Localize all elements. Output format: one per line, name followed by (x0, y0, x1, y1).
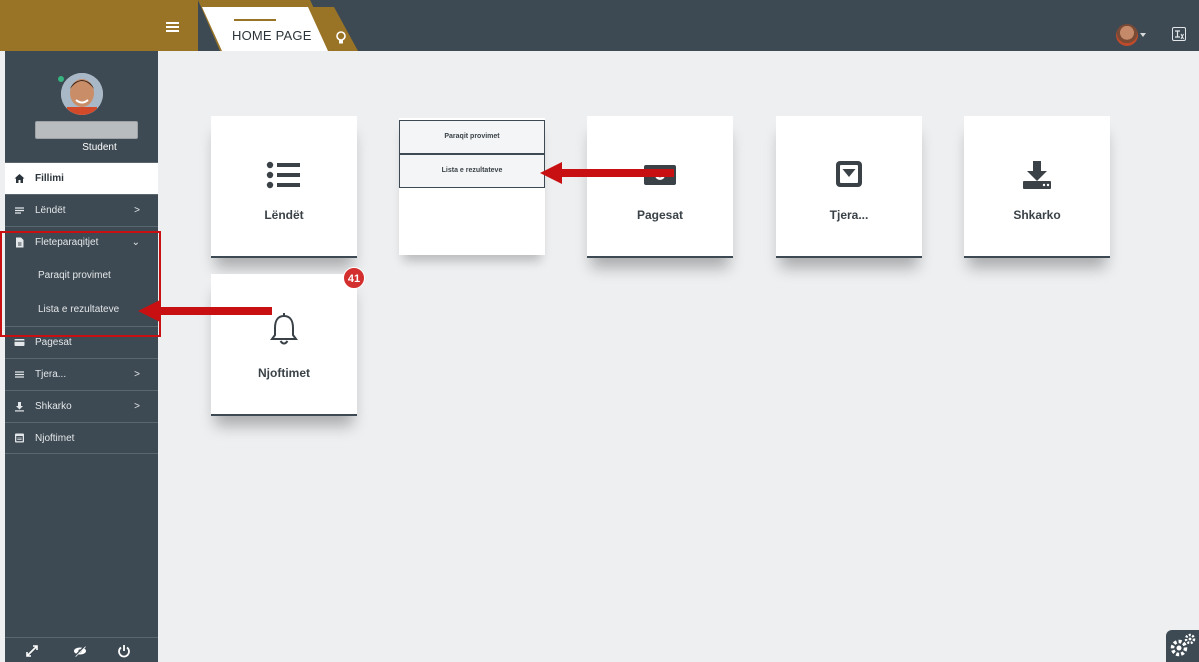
tab-label[interactable]: HOME PAGE (232, 28, 312, 43)
profile-avatar (61, 73, 103, 115)
download-icon (13, 401, 25, 413)
online-status-dot (58, 76, 64, 82)
tile-label: Tjera... (829, 208, 869, 222)
lightbulb-icon[interactable] (334, 30, 348, 46)
chevron-right-icon: > (134, 369, 140, 380)
sidebar-item-label: Fillimi (35, 173, 64, 184)
tile-pagesat[interactable]: Pagesat (587, 116, 733, 258)
list-icon (13, 205, 25, 217)
top-bar: HOME PAGE (0, 0, 1199, 51)
sidebar-item-njoftimet[interactable]: Njoftimet (5, 422, 158, 454)
sidebar-footer (5, 637, 158, 662)
notification-count-badge: 41 (343, 267, 365, 289)
calendar-icon (13, 432, 25, 444)
sidebar-item-fillimi[interactable]: Fillimi (5, 162, 158, 194)
home-icon (13, 173, 25, 185)
highlight-box (0, 231, 161, 337)
download-icon (964, 160, 1110, 190)
tile-lendet[interactable]: Lëndët (211, 116, 357, 258)
user-role: Student (82, 142, 117, 153)
expand-icon[interactable] (25, 644, 39, 658)
power-icon[interactable] (117, 644, 131, 658)
sidebar-item-label: Lëndët (35, 205, 66, 216)
tile-label: Njoftimet (258, 366, 310, 380)
sidebar-item-lendet[interactable]: Lëndët > (5, 194, 158, 226)
tile-shkarko[interactable]: Shkarko (964, 116, 1110, 258)
user-name-field (35, 121, 138, 139)
chevron-right-icon: > (134, 401, 140, 412)
lines-icon (13, 369, 25, 381)
user-avatar[interactable] (1116, 24, 1138, 46)
chevron-right-icon: > (134, 205, 140, 216)
card-icon (13, 337, 25, 349)
app-page: HOME PAGE Student Fillimi Lëndët > Flete… (0, 0, 1199, 662)
sidebar-item-shkarko[interactable]: Shkarko > (5, 390, 158, 422)
tile-njoftimet[interactable]: Njoftimet (211, 274, 357, 416)
settings-gears-icon[interactable] (1166, 630, 1199, 662)
eye-slash-icon[interactable] (73, 644, 87, 658)
profile-panel: Student (5, 51, 158, 161)
annotation-arrow-icon (138, 300, 272, 322)
tile-label: Pagesat (636, 208, 684, 222)
sidebar-item-label: Tjera... (35, 369, 67, 380)
tab-underline (234, 19, 276, 21)
sidebar-item-label: Pagesat (35, 337, 72, 348)
dropdown-item-label: Lista e rezultateve (441, 167, 503, 174)
tile-tjera[interactable]: Tjera... (776, 116, 922, 258)
list-icon (211, 160, 357, 190)
sidebar-item-label: Shkarko (35, 401, 72, 412)
dropdown-item-label: Paraqit provimet (444, 133, 500, 140)
sidebar-item-label: Njoftimet (35, 432, 75, 444)
tile-label: Shkarko (1013, 208, 1061, 222)
hamburger-menu-icon[interactable] (166, 22, 179, 32)
dropdown-item-lista-e-rezultateve[interactable]: Lista e rezultateve (399, 154, 545, 188)
brand-area (0, 0, 158, 51)
translate-icon[interactable] (1172, 27, 1186, 41)
annotation-arrow-icon (540, 162, 674, 184)
chevron-down-icon[interactable] (1140, 33, 1146, 37)
sidebar: Student Fillimi Lëndët > Fleteparaqitjet… (5, 51, 158, 662)
tile-label: Lëndët (264, 208, 304, 222)
caret-box-icon (776, 160, 922, 190)
sidebar-item-tjera[interactable]: Tjera... > (5, 358, 158, 390)
dropdown-item-paraqit-provimet[interactable]: Paraqit provimet (399, 120, 545, 154)
